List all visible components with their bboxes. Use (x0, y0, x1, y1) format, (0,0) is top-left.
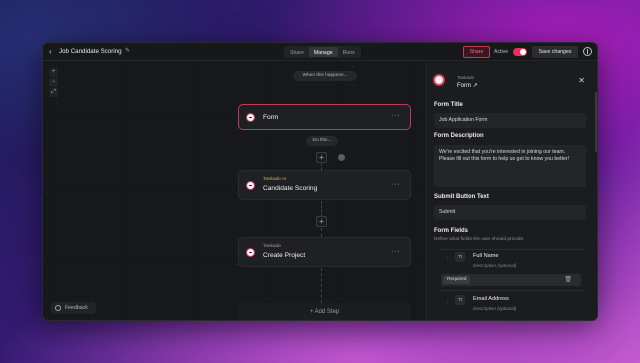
more-options-icon[interactable]: ··· (392, 248, 401, 255)
node-name: Form (263, 114, 279, 121)
action-node-create-project[interactable]: Taskade Create Project ··· (238, 237, 411, 267)
add-step-between-button[interactable]: + (316, 216, 327, 227)
zoom-in-icon[interactable]: + (49, 68, 58, 77)
submit-button-text-label: Submit Button Text (434, 194, 489, 200)
taskade-logo-icon (433, 74, 445, 86)
more-options-icon[interactable]: ··· (392, 112, 401, 119)
node-subtitle: Taskade AI (263, 177, 287, 182)
field-name[interactable]: Full Name (473, 253, 499, 259)
edit-pencil-icon[interactable]: ✎ (125, 47, 130, 54)
form-title-label: Form Title (434, 102, 463, 108)
panel-title[interactable]: Form ↗ (457, 82, 478, 89)
action-label: Do this... (306, 136, 338, 146)
action-node-candidate-scoring[interactable]: Taskade AI Candidate Scoring ··· (238, 170, 411, 200)
active-toggle[interactable] (513, 48, 527, 56)
trigger-label: When this happens... (293, 71, 357, 81)
taskade-logo-icon (246, 113, 255, 122)
text-type-icon: Tt (455, 295, 465, 305)
feedback-icon (55, 305, 61, 311)
field-description[interactable]: Description (optional) (473, 263, 516, 268)
tab-share[interactable]: Share (285, 47, 309, 57)
add-action-button[interactable]: + (316, 152, 327, 163)
trigger-node-form[interactable]: Form ··· (238, 104, 411, 130)
app-window: ‹ Job Candidate Scoring ✎ Share Manage R… (42, 42, 598, 321)
panel-subtitle: Taskade (457, 75, 475, 80)
connector-line (321, 163, 322, 170)
active-label: Active (494, 49, 509, 55)
form-fields-label: Form Fields (434, 228, 469, 234)
back-arrow-icon[interactable]: ‹ (49, 47, 57, 57)
top-bar: ‹ Job Candidate Scoring ✎ Share Manage R… (43, 43, 597, 61)
connection-handle[interactable] (338, 154, 345, 161)
field-description[interactable]: Description (optional) (473, 306, 516, 311)
more-options-icon[interactable]: ··· (392, 181, 401, 188)
connector-line (321, 228, 322, 237)
feedback-label: Feedback (65, 305, 88, 311)
form-description-label: Form Description (434, 133, 484, 139)
divider (439, 290, 585, 291)
view-tabs: Share Manage Runs (284, 46, 361, 58)
fit-view-icon[interactable]: ⤢ (49, 88, 58, 97)
taskade-logo-icon (246, 248, 255, 257)
tab-runs[interactable]: Runs (338, 47, 360, 57)
divider (439, 249, 585, 250)
node-subtitle: Taskade (263, 244, 281, 249)
zoom-controls: + − ⤢ (49, 68, 58, 97)
connector-line (321, 201, 322, 217)
drag-handle-icon[interactable]: ⋮ (445, 299, 450, 305)
field-options-row: Required 🗑 (441, 274, 581, 286)
form-title-input[interactable]: Job Application Form (434, 113, 586, 128)
submit-button-text-input[interactable]: Submit (434, 205, 586, 220)
text-type-icon: Tt (455, 252, 465, 262)
feedback-button[interactable]: Feedback (51, 302, 96, 314)
form-fields-description: Define what fields the user should provi… (434, 237, 525, 242)
node-name: Create Project (263, 252, 306, 259)
share-button[interactable]: Share (463, 46, 490, 58)
panel-scrollbar[interactable] (595, 92, 597, 152)
save-changes-button[interactable]: Save changes (532, 46, 578, 58)
connector-line (321, 268, 322, 303)
workflow-canvas[interactable]: + − ⤢ When this happens... Form ··· Do t… (43, 62, 425, 320)
required-toggle[interactable]: Required (443, 276, 471, 284)
trash-icon[interactable]: 🗑 (564, 276, 572, 283)
close-icon[interactable]: ✕ (578, 76, 585, 85)
tab-manage[interactable]: Manage (308, 47, 338, 57)
field-name[interactable]: Email Address (473, 296, 509, 302)
workflow-title: Job Candidate Scoring (59, 48, 122, 55)
drag-handle-icon[interactable]: ⋮ (445, 256, 450, 262)
form-description-textarea[interactable]: We're excited that you're interested in … (434, 145, 586, 187)
add-step-button[interactable]: + Add Step (238, 303, 411, 320)
zoom-out-icon[interactable]: − (49, 78, 58, 87)
taskade-logo-icon (246, 181, 255, 190)
info-panel-icon[interactable] (583, 47, 592, 56)
node-name: Candidate Scoring (263, 185, 318, 192)
properties-panel: Taskade Form ↗ ✕ Form Title Job Applicat… (426, 62, 597, 320)
